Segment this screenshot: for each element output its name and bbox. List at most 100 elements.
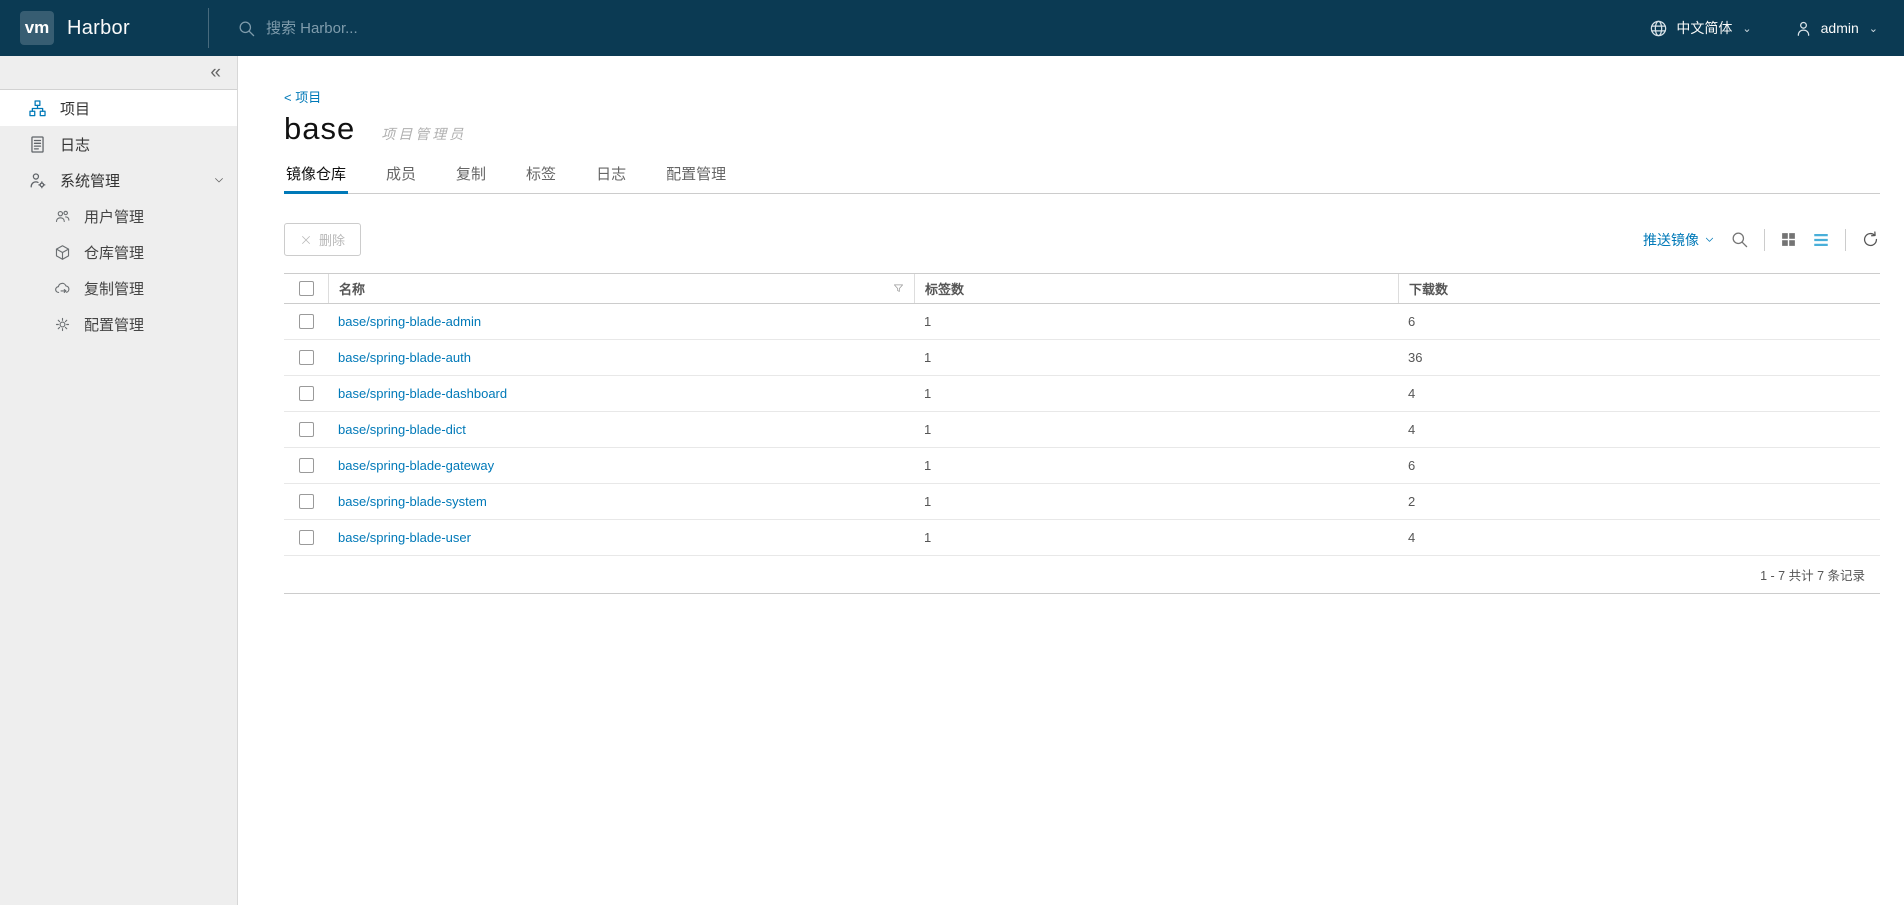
toolbar-divider <box>1845 228 1846 251</box>
toolbar-divider <box>1764 228 1765 251</box>
refresh-icon[interactable] <box>1861 230 1880 249</box>
breadcrumb-projects-link[interactable]: < 项目 <box>284 87 321 106</box>
tab-replication[interactable]: 复制 <box>454 163 488 193</box>
user-icon <box>1794 19 1813 38</box>
search-input[interactable] <box>265 19 686 37</box>
role-badge: 项目管理员 <box>381 126 467 142</box>
row-checkbox[interactable] <box>298 314 314 329</box>
table-footer: 1 - 7 共计 7 条记录 <box>284 556 1880 593</box>
repo-link[interactable]: base/spring-blade-system <box>338 494 487 509</box>
tab-repositories[interactable]: 镜像仓库 <box>284 163 349 194</box>
downloads-count: 4 <box>1408 422 1416 437</box>
chevron-down-icon: ⌄ <box>1868 22 1878 35</box>
logs-icon <box>28 135 47 154</box>
repo-link[interactable]: base/spring-blade-gateway <box>338 458 494 473</box>
select-all-checkbox[interactable] <box>298 281 314 296</box>
card-view-icon[interactable] <box>1780 231 1797 248</box>
select-all-cell <box>284 274 328 303</box>
sidebar-item-projects[interactable]: 项目 <box>0 90 237 126</box>
tags-count: 1 <box>924 350 932 365</box>
tags-count: 1 <box>924 422 932 437</box>
vmware-logo[interactable]: vm <box>20 11 54 45</box>
sidebar-item-configuration-management[interactable]: 配置管理 <box>0 306 237 342</box>
downloads-count: 4 <box>1408 530 1416 545</box>
repo-link[interactable]: base/spring-blade-auth <box>338 350 471 365</box>
global-search <box>237 19 1649 38</box>
row-checkbox[interactable] <box>298 494 314 509</box>
sidebar-item-label: 配置管理 <box>84 316 145 334</box>
table-row: base/spring-blade-auth 1 36 <box>284 340 1880 376</box>
row-checkbox[interactable] <box>298 458 314 473</box>
sidebar-header: « <box>0 56 237 90</box>
cube-icon <box>54 244 71 261</box>
tab-members[interactable]: 成员 <box>384 163 418 193</box>
row-checkbox[interactable] <box>298 530 314 545</box>
downloads-count: 36 <box>1408 350 1423 365</box>
tags-count: 1 <box>924 386 932 401</box>
search-icon <box>237 19 256 38</box>
collapse-sidebar-icon[interactable]: « <box>210 63 221 82</box>
repo-link[interactable]: base/spring-blade-dashboard <box>338 386 507 401</box>
column-header-downloads: 下载数 <box>1398 274 1880 303</box>
row-checkbox[interactable] <box>298 350 314 365</box>
downloads-count: 6 <box>1408 314 1416 329</box>
tab-labels[interactable]: 标签 <box>524 163 558 193</box>
sidebar-item-user-management[interactable]: 用户管理 <box>0 198 237 234</box>
logo-text: vm <box>24 18 50 37</box>
chevron-down-icon: ⌄ <box>1742 22 1752 35</box>
tab-configuration[interactable]: 配置管理 <box>664 163 728 193</box>
app-header: vm Harbor 中文简体 ⌄ admin ⌄ <box>0 0 1904 56</box>
sidebar-item-label: 复制管理 <box>84 280 145 298</box>
downloads-count: 6 <box>1408 458 1416 473</box>
header-actions: 中文简体 ⌄ admin ⌄ <box>1649 18 1904 38</box>
table-row: base/spring-blade-dashboard 1 4 <box>284 376 1880 412</box>
tags-count: 1 <box>924 314 932 329</box>
row-checkbox[interactable] <box>298 386 314 401</box>
column-header-tags: 标签数 <box>914 274 1398 303</box>
delete-button[interactable]: 删除 <box>284 223 362 256</box>
sidebar-item-label: 仓库管理 <box>84 244 145 262</box>
repo-link[interactable]: base/spring-blade-user <box>338 530 471 545</box>
table-row: base/spring-blade-system 1 2 <box>284 484 1880 520</box>
table-row: base/spring-blade-gateway 1 6 <box>284 448 1880 484</box>
admin-gear-icon <box>28 171 47 190</box>
tags-count: 1 <box>924 494 932 509</box>
sidebar-item-label: 用户管理 <box>84 208 145 226</box>
push-image-label: 推送镜像 <box>1643 231 1699 248</box>
cloud-sync-icon <box>54 280 71 297</box>
table-row: base/spring-blade-admin 1 6 <box>284 304 1880 340</box>
tags-count: 1 <box>924 458 932 473</box>
sidebar-item-label: 项目 <box>60 100 91 118</box>
sidebar-item-replication-management[interactable]: 复制管理 <box>0 270 237 306</box>
sidebar-item-registry-management[interactable]: 仓库管理 <box>0 234 237 270</box>
sidebar-item-label: 系统管理 <box>60 172 121 190</box>
sidebar: « 项目 日志 系统管理 用户管理 仓库管理 复制管理 配置管理 <box>0 56 238 905</box>
app-title: Harbor <box>67 16 130 39</box>
globe-icon <box>1649 19 1668 38</box>
page-title: base <box>284 111 356 146</box>
column-header-name: 名称 <box>339 282 366 297</box>
filter-funnel-icon[interactable] <box>893 283 904 294</box>
main-content: < 项目 base 项目管理员 镜像仓库 成员 复制 标签 日志 配置管理 删除… <box>238 56 1904 905</box>
user-menu[interactable]: admin ⌄ <box>1794 19 1878 38</box>
list-view-icon[interactable] <box>1812 231 1830 249</box>
row-checkbox[interactable] <box>298 422 314 437</box>
language-menu[interactable]: 中文简体 ⌄ <box>1649 18 1752 38</box>
repo-link[interactable]: base/spring-blade-admin <box>338 314 481 329</box>
sidebar-item-system-management[interactable]: 系统管理 <box>0 162 237 198</box>
chevron-down-icon <box>213 174 225 186</box>
close-icon <box>300 234 312 246</box>
search-repos-icon[interactable] <box>1730 230 1749 249</box>
downloads-count: 4 <box>1408 386 1416 401</box>
table-header-row: 名称 标签数 下载数 <box>284 274 1880 304</box>
push-image-dropdown[interactable]: 推送镜像 <box>1643 230 1715 250</box>
sidebar-item-label: 日志 <box>60 136 91 154</box>
repo-link[interactable]: base/spring-blade-dict <box>338 422 466 437</box>
user-label: admin <box>1820 20 1859 36</box>
delete-button-label: 删除 <box>319 233 346 248</box>
users-icon <box>54 208 71 225</box>
tab-logs[interactable]: 日志 <box>594 163 628 193</box>
sidebar-item-logs[interactable]: 日志 <box>0 126 237 162</box>
projects-icon <box>28 99 47 118</box>
repositories-table: 名称 标签数 下载数 base/spring-blade-admin 1 6 b… <box>284 273 1880 594</box>
